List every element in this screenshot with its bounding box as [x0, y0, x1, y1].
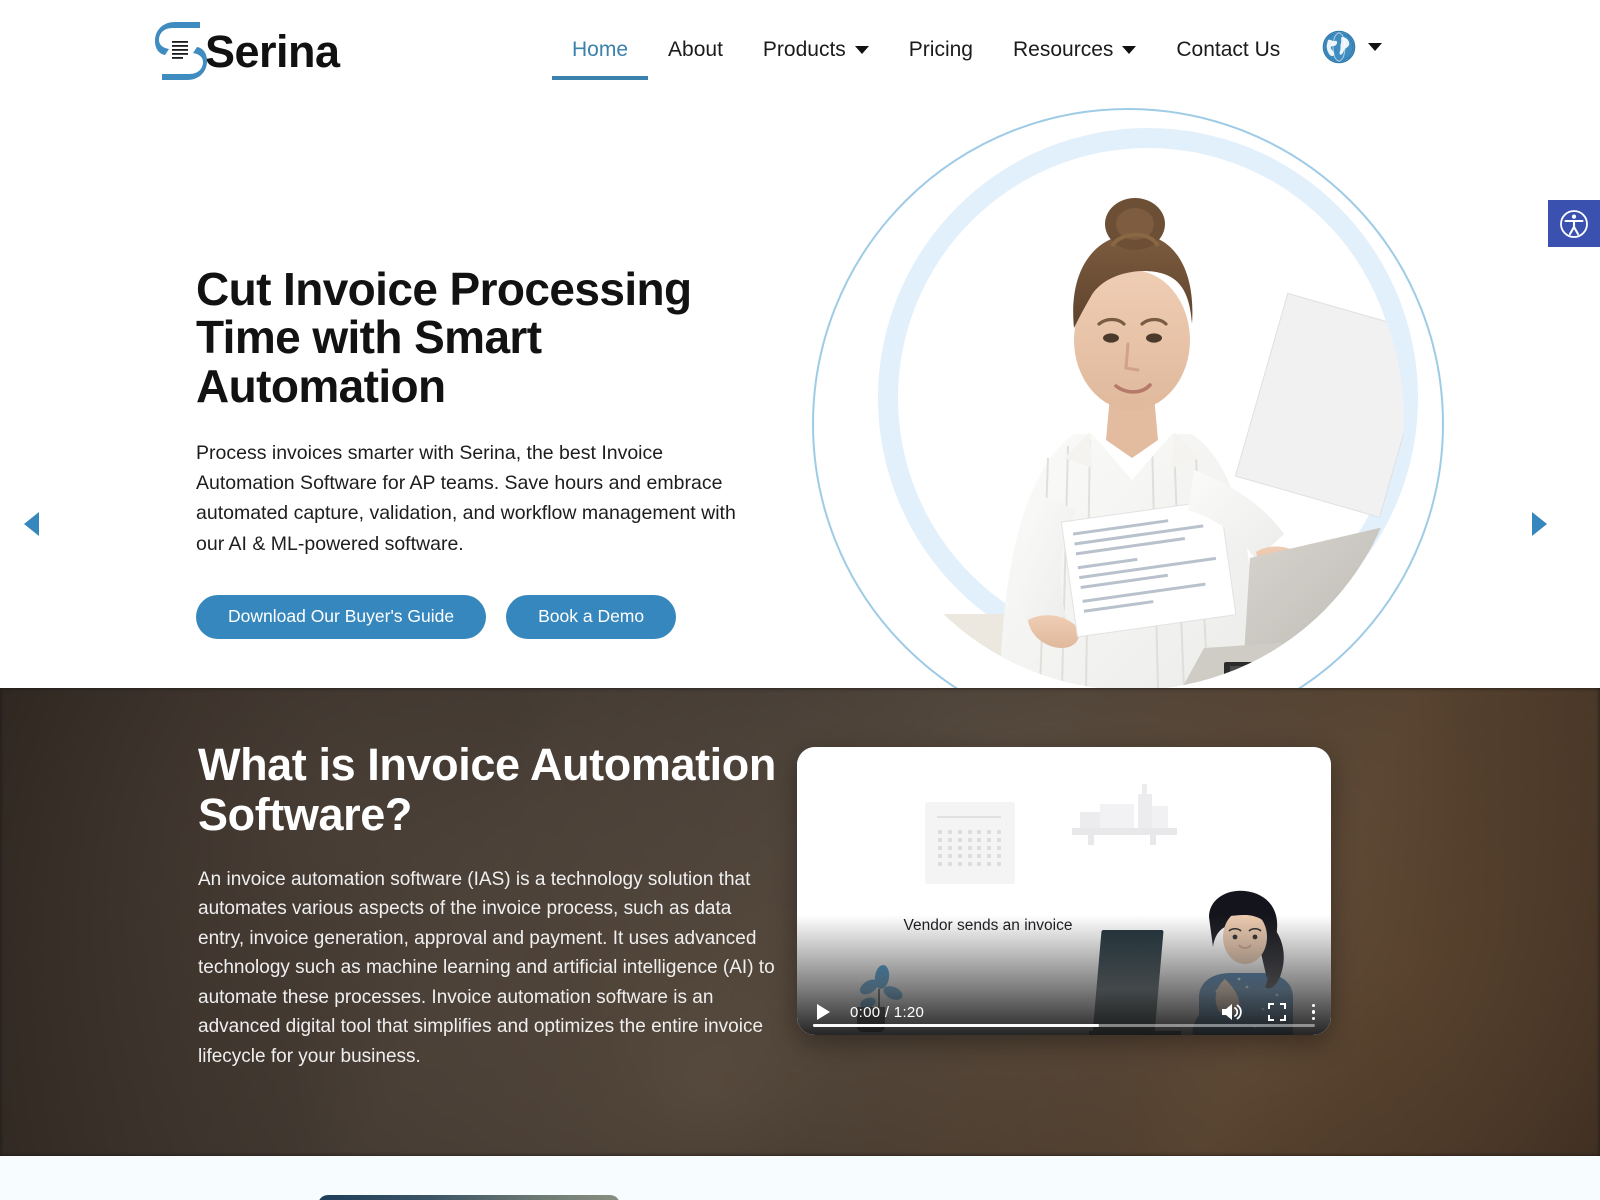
book-a-demo-button[interactable]: Book a Demo [506, 594, 677, 639]
video-progress-bar[interactable] [813, 1024, 1315, 1027]
video-controls-bar: 0:00 / 1:20 [797, 989, 1331, 1035]
chevron-down-icon [1122, 46, 1137, 54]
chevron-down-icon [1368, 43, 1383, 51]
carousel-prev-arrow[interactable] [24, 512, 39, 536]
nav-label-contact-us: Contact Us [1176, 38, 1281, 61]
more-options-icon[interactable] [1311, 1003, 1315, 1021]
hero-cta-group: Download Our Buyer's Guide Book a Demo [196, 594, 796, 639]
play-icon[interactable] [809, 1004, 830, 1020]
hero-illustration [812, 108, 1452, 688]
next-section-card-preview [318, 1195, 620, 1200]
section-title: What is Invoice Automation Software? [198, 739, 776, 840]
nav-item-home[interactable]: Home [552, 32, 649, 80]
chevron-down-icon [854, 46, 869, 54]
hero-photo [852, 128, 1412, 688]
video-progress-fill [813, 1024, 1100, 1027]
nav-label-home: Home [572, 38, 629, 61]
hero-title: Cut Invoice Processing Time with Smart A… [196, 263, 692, 412]
video-player[interactable]: Vendor sends an invoice 0:00 / 1:20 [797, 747, 1331, 1035]
nav-item-products[interactable]: Products [743, 32, 889, 80]
main-navigation: Home About Products Pricing Resources Co… [552, 30, 1383, 82]
next-section-strip [0, 1156, 1600, 1200]
volume-on-icon[interactable] [1220, 1002, 1242, 1022]
nav-item-pricing[interactable]: Pricing [889, 32, 993, 80]
section-paragraph: An invoice automation software (IAS) is … [198, 869, 775, 1067]
language-selector[interactable] [1322, 30, 1383, 82]
nav-item-resources[interactable]: Resources [993, 32, 1156, 80]
accessibility-icon [1559, 209, 1589, 239]
carousel-next-arrow[interactable] [1532, 512, 1547, 536]
nav-item-about[interactable]: About [648, 32, 743, 80]
download-buyers-guide-button[interactable]: Download Our Buyer's Guide [196, 594, 487, 639]
shelf-decoration-icon [1072, 784, 1177, 845]
site-header: Serina Home About Products Pricing Resou… [0, 0, 1600, 100]
page-root: Serina Home About Products Pricing Resou… [0, 0, 1600, 1200]
hero-subtitle: Process invoices smarter with Serina, th… [196, 441, 736, 555]
nav-item-contact-us[interactable]: Contact Us [1156, 32, 1300, 80]
section-copy: What is Invoice Automation Software? An … [198, 740, 788, 1071]
logo-wordmark: Serina [205, 25, 340, 77]
nav-label-pricing: Pricing [908, 38, 973, 61]
fullscreen-icon[interactable] [1267, 1003, 1286, 1021]
nav-label-about: About [668, 38, 723, 61]
hero-copy: Cut Invoice Processing Time with Smart A… [196, 265, 796, 639]
site-logo[interactable]: Serina [155, 5, 345, 97]
what-is-invoice-automation-section: What is Invoice Automation Software? An … [0, 688, 1600, 1156]
accessibility-widget-button[interactable] [1548, 200, 1600, 247]
invoice-document-icon [925, 802, 1015, 884]
nav-label-resources: Resources [1013, 38, 1114, 61]
nav-label-products: Products [762, 38, 846, 61]
video-controls-right [1220, 1002, 1320, 1022]
hero-section: Cut Invoice Processing Time with Smart A… [0, 100, 1600, 688]
globe-icon [1322, 30, 1356, 64]
serina-s-document-icon [155, 22, 207, 80]
video-time-display: 0:00 / 1:20 [850, 1003, 925, 1021]
